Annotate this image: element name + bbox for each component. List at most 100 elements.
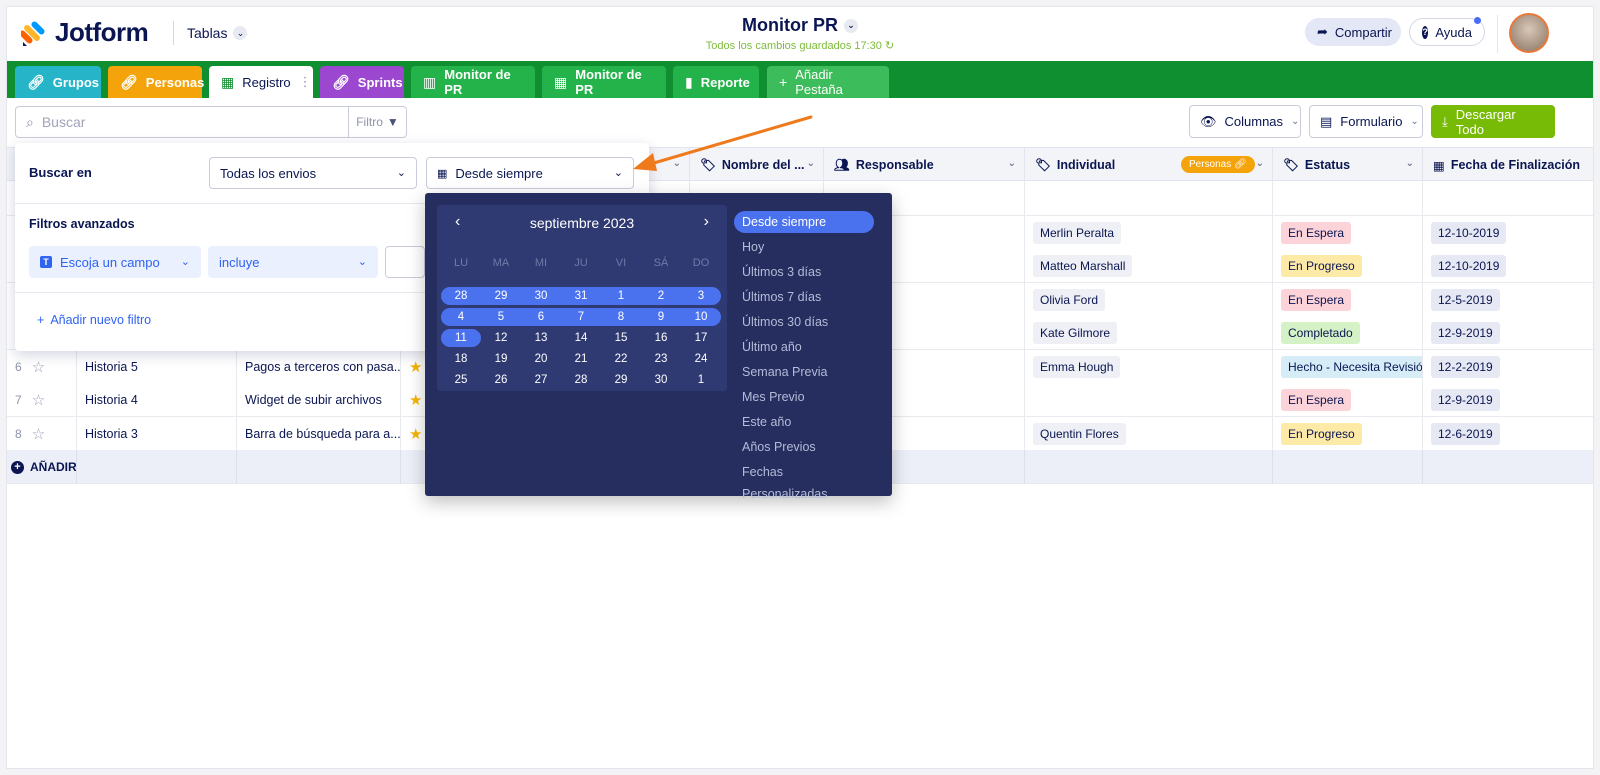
- date-chip[interactable]: 12-10-2019: [1431, 255, 1507, 277]
- table-cell[interactable]: Historia 3: [77, 416, 237, 451]
- table-cell[interactable]: En Espera: [1273, 282, 1423, 317]
- date-preset-option[interactable]: Últimos 30 días: [734, 311, 874, 336]
- star-filled-icon[interactable]: ★: [409, 358, 422, 376]
- star-outline-icon[interactable]: ☆: [32, 425, 45, 443]
- table-cell[interactable]: Pagos a terceros con pasa...: [237, 349, 401, 384]
- calendar-day[interactable]: 8: [601, 308, 641, 326]
- table-cell[interactable]: Olivia Ford: [1025, 282, 1273, 317]
- calendar-day[interactable]: 7: [561, 308, 601, 326]
- table-cell[interactable]: 12-2-2019: [1423, 350, 1593, 384]
- table-cell[interactable]: En Espera: [1273, 383, 1423, 417]
- person-chip[interactable]: Quentin Flores: [1033, 422, 1126, 445]
- calendar-day[interactable]: 28: [441, 287, 481, 305]
- table-cell[interactable]: Completado: [1273, 316, 1423, 350]
- table-cell[interactable]: En Espera: [1273, 215, 1423, 250]
- star-filled-icon[interactable]: ★: [409, 425, 422, 443]
- calendar-day[interactable]: 17: [681, 329, 721, 347]
- user-avatar[interactable]: [1509, 13, 1549, 53]
- calendar-day[interactable]: 16: [641, 329, 681, 347]
- status-badge[interactable]: En Progreso: [1281, 255, 1362, 277]
- star-filled-icon[interactable]: ★: [409, 391, 422, 409]
- status-badge[interactable]: Completado: [1281, 322, 1360, 344]
- share-button[interactable]: ➦ Compartir: [1305, 18, 1401, 46]
- tab-grupos[interactable]: 🔗︎ Grupos: [15, 66, 101, 98]
- table-cell[interactable]: [1025, 383, 1273, 417]
- column-header-fecha[interactable]: ▦ Fecha de Finalización: [1423, 148, 1593, 182]
- calendar-day[interactable]: 11: [441, 329, 481, 347]
- calendar-day[interactable]: 25: [441, 371, 481, 389]
- status-badge[interactable]: En Espera: [1281, 389, 1352, 411]
- table-cell[interactable]: 7 ☆: [7, 383, 77, 417]
- tab-reporte[interactable]: ▮ Reporte: [673, 66, 759, 98]
- calendar-day[interactable]: 10: [681, 308, 721, 326]
- add-filter-button[interactable]: + Añadir nuevo filtro: [37, 313, 151, 327]
- person-chip[interactable]: Matteo Marshall: [1033, 255, 1133, 277]
- person-chip[interactable]: Kate Gilmore: [1033, 322, 1118, 344]
- date-chip[interactable]: 12-9-2019: [1431, 322, 1500, 344]
- date-preset-option[interactable]: Este año: [734, 411, 874, 436]
- star-outline-icon[interactable]: ☆: [32, 358, 45, 376]
- table-cell[interactable]: Historia 5: [77, 349, 237, 384]
- calendar-day[interactable]: 30: [521, 287, 561, 305]
- form-button[interactable]: ▤ Formulario ⌄: [1309, 105, 1423, 138]
- table-cell[interactable]: [1273, 182, 1423, 216]
- table-cell[interactable]: Matteo Marshall: [1025, 249, 1273, 283]
- table-cell[interactable]: Widget de subir archivos: [237, 383, 401, 417]
- calendar-day[interactable]: 21: [561, 350, 601, 368]
- date-chip[interactable]: 12-9-2019: [1431, 389, 1500, 411]
- calendar-day[interactable]: 12: [481, 329, 521, 347]
- table-cell[interactable]: Hecho - Necesita Revisión: [1273, 349, 1423, 384]
- more-vertical-icon[interactable]: ⋮: [299, 74, 312, 90]
- person-chip[interactable]: Emma Hough: [1033, 355, 1121, 378]
- chevron-down-icon[interactable]: ⌄: [1406, 158, 1414, 169]
- calendar-day[interactable]: 5: [481, 308, 521, 326]
- calendar-day[interactable]: 2: [641, 287, 681, 305]
- operator-select[interactable]: incluye ⌄: [208, 246, 378, 278]
- table-cell[interactable]: 12-9-2019: [1423, 316, 1593, 350]
- date-preset-option[interactable]: Últimos 7 días: [734, 286, 874, 311]
- date-preset-option[interactable]: Fechas Personalizadas: [734, 461, 874, 501]
- calendar-day[interactable]: 18: [441, 350, 481, 368]
- filter-button[interactable]: Filtro ▼: [348, 107, 406, 137]
- add-row-button[interactable]: + AÑADIR: [11, 460, 76, 474]
- table-cell[interactable]: [1423, 182, 1593, 216]
- tab-sprints[interactable]: 🔗︎ Sprints: [320, 66, 404, 98]
- date-chip[interactable]: 12-10-2019: [1431, 221, 1507, 244]
- status-badge[interactable]: En Espera: [1281, 221, 1352, 244]
- table-cell[interactable]: Emma Hough: [1025, 349, 1273, 384]
- date-preset-option[interactable]: Hoy: [734, 236, 874, 261]
- status-badge[interactable]: Hecho - Necesita Revisión: [1281, 355, 1422, 378]
- calendar-day[interactable]: 9: [641, 308, 681, 326]
- date-preset-option[interactable]: Años Previos: [734, 436, 874, 461]
- star-outline-icon[interactable]: ☆: [32, 391, 45, 409]
- tab-monitor-de-pr-board[interactable]: ▥ Monitor de PR: [411, 66, 535, 98]
- column-header-individual[interactable]: 🏷︎ Individual Personas 🔗︎ ⌄: [1025, 148, 1273, 182]
- calendar-day[interactable]: 31: [561, 287, 601, 305]
- table-cell[interactable]: 12-10-2019: [1423, 249, 1593, 283]
- add-tab-button[interactable]: + Añadir Pestaña: [767, 66, 889, 98]
- table-cell[interactable]: Quentin Flores: [1025, 416, 1273, 451]
- date-chip[interactable]: 12-2-2019: [1431, 355, 1500, 378]
- column-header-responsable[interactable]: 👥︎ Responsable ⌄: [824, 148, 1025, 182]
- columns-button[interactable]: 👁︎ Columnas ⌄: [1189, 105, 1301, 138]
- calendar-day[interactable]: 6: [521, 308, 561, 326]
- tab-registro[interactable]: ▦ Registro ⋮: [209, 66, 313, 98]
- date-range-select[interactable]: ▦ Desde siempre ⌄: [426, 157, 634, 189]
- field-select[interactable]: T Escoja un campo ⌄: [29, 246, 201, 278]
- table-cell[interactable]: Merlin Peralta: [1025, 215, 1273, 250]
- chevron-right-icon[interactable]: ›: [704, 213, 709, 231]
- column-header-estatus[interactable]: 🏷︎ Estatus ⌄: [1273, 148, 1423, 182]
- calendar-day[interactable]: 13: [521, 329, 561, 347]
- submissions-select[interactable]: Todas los envios ⌄: [209, 157, 417, 189]
- calendar-day[interactable]: 24: [681, 350, 721, 368]
- calendar-day[interactable]: 29: [481, 287, 521, 305]
- status-badge[interactable]: En Espera: [1281, 288, 1352, 311]
- page-title[interactable]: Monitor PR ⌄: [742, 15, 858, 36]
- table-cell[interactable]: En Progreso: [1273, 249, 1423, 283]
- download-all-button[interactable]: ⤓ Descargar Todo: [1431, 105, 1555, 138]
- status-badge[interactable]: En Progreso: [1281, 422, 1362, 445]
- date-preset-option[interactable]: Último año: [734, 336, 874, 361]
- calendar-day[interactable]: 29: [601, 371, 641, 389]
- filter-value-input[interactable]: [385, 246, 425, 278]
- table-cell[interactable]: [1025, 182, 1273, 216]
